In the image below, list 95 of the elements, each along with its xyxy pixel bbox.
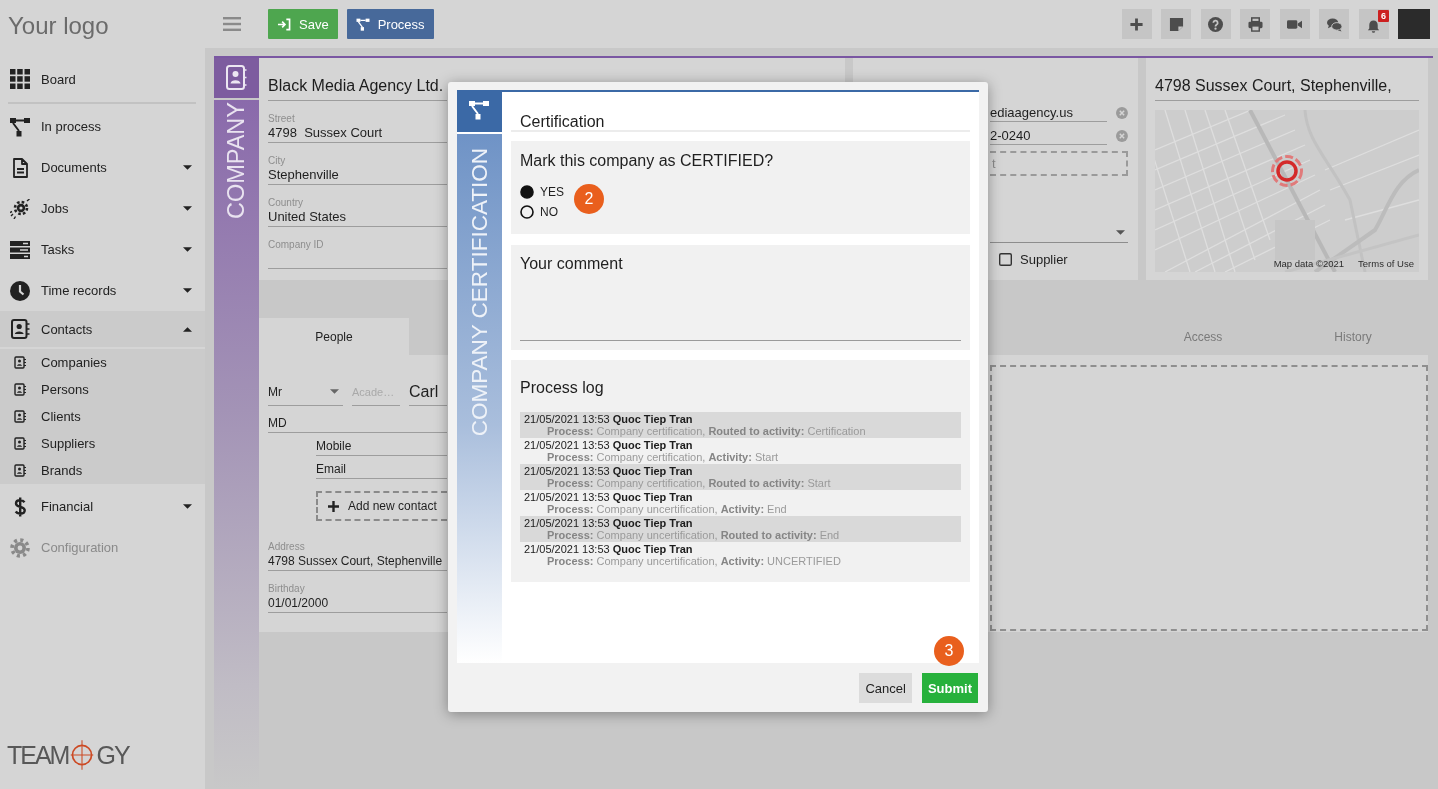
log-entry: 21/05/2021 13:53 Quoc Tiep Tran Process: Company certification, Activity: Start (523, 438, 780, 464)
plus-icon (1129, 16, 1144, 32)
flowchart-icon (10, 116, 30, 137)
field-label: Country (268, 197, 303, 208)
checkbox[interactable] (999, 253, 1012, 266)
tasks-icon (10, 239, 30, 260)
comment-label: Your comment (520, 255, 623, 272)
printer-icon (1247, 16, 1263, 32)
brand-logo-text: GY (96, 740, 129, 770)
caret-icon (1116, 229, 1125, 235)
notification-count: 6 (1378, 10, 1389, 22)
input-field[interactable]: Stephenville (268, 167, 447, 185)
log-entry: 21/05/2021 13:53 Quoc Tiep Tran Process: Company uncertification, Activity: End (523, 490, 788, 516)
radio-label: NO (540, 205, 558, 219)
cancel-button[interactable]: Cancel (859, 673, 912, 703)
video-button[interactable] (1279, 9, 1310, 39)
band-label: COMPANY (224, 102, 249, 220)
radio-button[interactable] (520, 185, 534, 199)
sign-in-icon (277, 17, 291, 31)
input-field[interactable]: Mobile (316, 438, 447, 456)
sidebar-item[interactable]: Documents (0, 147, 205, 188)
sidebar-subitem[interactable]: Brands (0, 457, 205, 484)
sidebar-item[interactable]: Time records (0, 270, 205, 311)
select-field[interactable]: Mr (268, 378, 343, 406)
input-field[interactable]: Carl (409, 378, 447, 406)
help-button[interactable] (1200, 9, 1231, 39)
notes-button[interactable] (1161, 9, 1191, 39)
add-contact-button[interactable]: Add new contact (316, 491, 447, 521)
sidebar-item[interactable]: Financial (0, 486, 205, 527)
clock-icon (10, 280, 30, 301)
contact-card-icon (14, 464, 26, 477)
input-field[interactable]: MD (268, 415, 447, 433)
map-terms-link[interactable]: Terms of Use (1358, 258, 1414, 269)
contact-card-icon (14, 383, 26, 396)
help-icon (1208, 16, 1223, 32)
tab[interactable]: People (259, 318, 409, 355)
field-label: City (268, 155, 286, 166)
print-button[interactable] (1240, 9, 1270, 39)
radio-label: YES (540, 185, 564, 199)
sidebar-item[interactable]: Board (0, 59, 205, 99)
address-title: 4798 Sussex Court, Stephenville, (1155, 77, 1392, 94)
location-marker-icon (1271, 155, 1303, 187)
contact-card-icon (14, 356, 26, 369)
chat-icon (1326, 16, 1342, 32)
field-label: Address (268, 541, 305, 552)
input-field[interactable]: 4798 Sussex Court, Stephenville (268, 553, 447, 571)
chat-button[interactable] (1319, 9, 1349, 39)
sidebar-subitem[interactable]: Clients (0, 403, 205, 430)
log-title: Process log (520, 379, 604, 396)
flowchart-icon (355, 17, 370, 31)
settings-icon (10, 537, 30, 558)
step-marker: 2 (574, 184, 604, 214)
brand-logo-text: TEAM (7, 740, 69, 770)
input-field[interactable]: ediaagency.us (990, 104, 1108, 122)
sidebar-subitem[interactable]: Companies (0, 349, 205, 376)
caret-icon (330, 389, 339, 394)
sidebar-item[interactable]: Contacts (0, 311, 205, 347)
contact-card-icon (14, 437, 26, 450)
crosshair-icon (69, 739, 96, 771)
log-entry: 21/05/2021 13:53 Quoc Tiep Tran Process: Company certification, Routed to activity: Certification (520, 412, 961, 438)
sidebar-subitem[interactable]: Persons (0, 376, 205, 403)
question-text: Mark this company as CERTIFIED? (520, 152, 774, 169)
gear-sparks-icon (10, 198, 30, 219)
contact-card-icon (14, 410, 26, 423)
input-field[interactable]: 01/01/2000 (268, 595, 447, 613)
log-entry: 21/05/2021 13:53 Quoc Tiep Tran Process: Company uncertification, Activity: UNCERTIFIED (523, 542, 842, 568)
field-label: Company ID (268, 239, 324, 250)
checkbox-label: Supplier (1020, 252, 1068, 267)
log-entry: 21/05/2021 13:53 Quoc Tiep Tran Process: Company certification, Routed to activity: Start (520, 464, 961, 490)
sidebar-item[interactable]: Tasks (0, 229, 205, 270)
radio-button[interactable] (520, 205, 534, 219)
band-label: COMPANY CERTIFICATION (467, 148, 492, 437)
input-field[interactable]: 2-0240 (990, 127, 1108, 145)
log-entry: 21/05/2021 13:53 Quoc Tiep Tran Process: Company uncertification, Routed to activity: End (520, 516, 961, 542)
contact-book-icon (10, 319, 30, 339)
input-field[interactable]: 4798 Sussex Court (268, 125, 447, 143)
field-label: Birthday (268, 583, 305, 594)
logo-text: Your logo (8, 12, 109, 40)
dialog-title: Certification (520, 113, 605, 130)
sidebar-item[interactable]: Jobs (0, 188, 205, 229)
company-name: Black Media Agency Ltd. (268, 77, 444, 94)
process-button[interactable]: Process (346, 9, 434, 39)
input-field[interactable]: United States (268, 209, 447, 227)
plus-icon (328, 500, 339, 512)
notifications-button[interactable]: 6 (1358, 9, 1389, 39)
grid-icon (10, 69, 30, 89)
sidebar-item[interactable]: In process (0, 106, 205, 147)
bell-icon (1366, 19, 1381, 34)
sidebar-subitem[interactable]: Suppliers (0, 430, 205, 457)
document-icon (10, 157, 30, 178)
input-field[interactable]: Email (316, 461, 447, 479)
map-attribution: Map data ©2021 (1273, 258, 1345, 269)
sticky-note-icon (1168, 16, 1184, 32)
add-button[interactable] (1121, 9, 1152, 39)
field-label: Street (268, 113, 295, 124)
